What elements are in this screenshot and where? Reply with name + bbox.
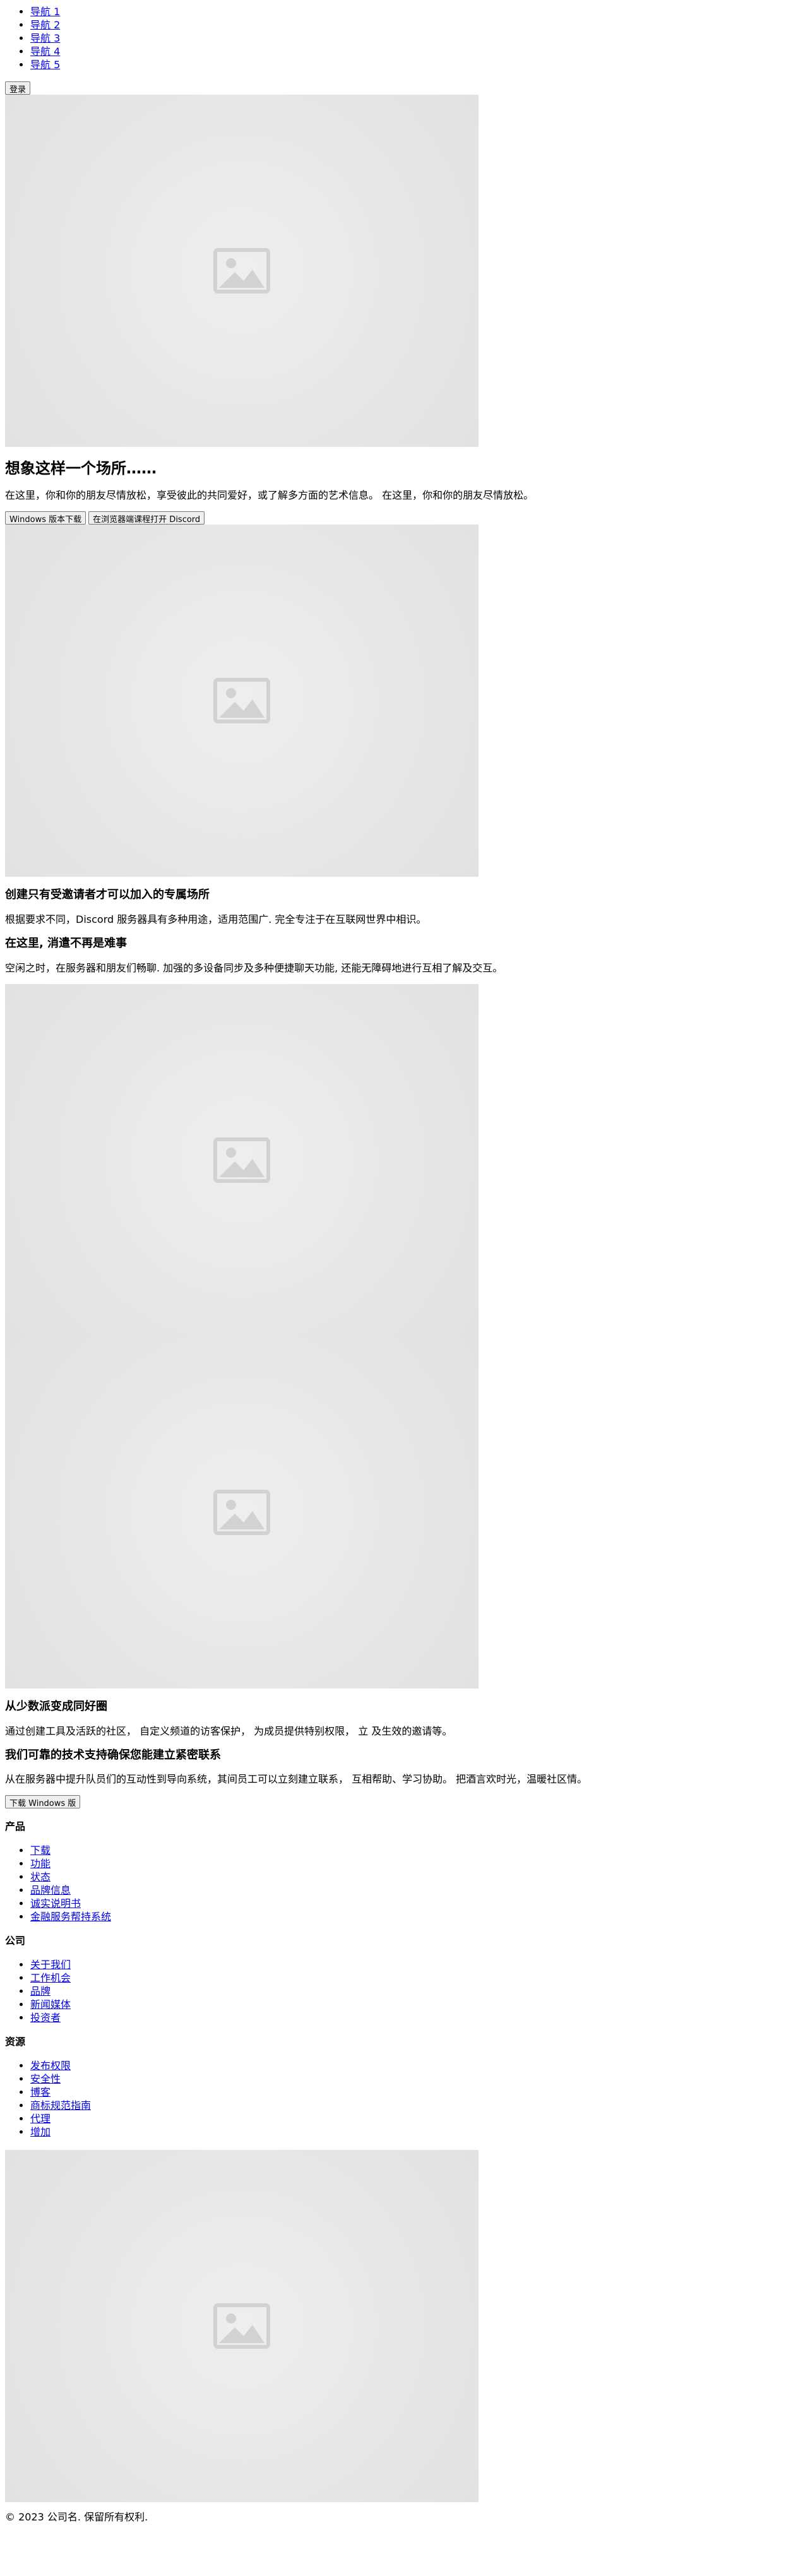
- footer-resources-item: 代理: [30, 2112, 803, 2125]
- hero-image: [5, 95, 478, 448]
- footer-company-item: 工作机会: [30, 1971, 803, 1985]
- nav-link-5[interactable]: 导航 5: [30, 59, 60, 71]
- footer-link-trademark[interactable]: 商标规范指南: [30, 2099, 91, 2111]
- footer-resources-item: 商标规范指南: [30, 2099, 803, 2112]
- footer-product-item: 品牌信息: [30, 1884, 803, 1897]
- open-in-browser-button[interactable]: 在浏览器端课程打开 Discord: [88, 511, 205, 525]
- invite-image: [5, 525, 478, 877]
- footer-product-item: 功能: [30, 1857, 803, 1870]
- footer-resources-item: 增加: [30, 2125, 803, 2139]
- footer-link-brand-info[interactable]: 品牌信息: [30, 1884, 71, 1896]
- footer-link-blog[interactable]: 博客: [30, 2086, 50, 2098]
- nav-link-1[interactable]: 导航 1: [30, 6, 60, 18]
- invite-title: 创建只有受邀请者才可以加入的专属场所: [5, 888, 210, 902]
- nav-item-5: 导航 5: [30, 58, 803, 71]
- footer-resources-item: 博客: [30, 2086, 803, 2099]
- community-description: 通过创建工具及活跃的社区， 自定义频道的访客保护， 为成员提供特别权限， 立 及…: [5, 1724, 453, 1737]
- footer-link-add[interactable]: 增加: [30, 2126, 50, 2138]
- nav-link-4[interactable]: 导航 4: [30, 45, 60, 57]
- main-nav: 导航 1 导航 2 导航 3 导航 4 导航 5 登录: [5, 5, 803, 95]
- easy-description: 空闲之时，在服务器和朋友们畅聊. 加强的多设备同步及多种便捷聊天功能, 还能无障…: [5, 961, 503, 974]
- invite-section: 创建只有受邀请者才可以加入的专属场所 根据要求不同，Discord 服务器具有多…: [5, 888, 803, 925]
- footer-link-about[interactable]: 关于我们: [30, 1959, 71, 1971]
- footer: 产品 下载 功能 状态 品牌信息 诚实说明书 金融服务帮持系统 公司 关于我们 …: [5, 1820, 803, 2524]
- community-image: [5, 1336, 478, 1689]
- nav-item-3: 导航 3: [30, 32, 803, 45]
- footer-image: [5, 2150, 478, 2503]
- windows-download-button[interactable]: Windows 版本下载: [5, 511, 86, 525]
- footer-link-features[interactable]: 功能: [30, 1858, 50, 1870]
- footer-link-finance[interactable]: 金融服务帮持系统: [30, 1911, 111, 1923]
- footer-link-brand[interactable]: 品牌: [30, 1985, 50, 1997]
- hero-buttons: Windows 版本下载 在浏览器端课程打开 Discord: [5, 511, 803, 525]
- footer-product-item: 诚实说明书: [30, 1897, 803, 1910]
- footer-resources-list: 发布权限 安全性 博客 商标规范指南 代理 增加: [5, 2059, 803, 2139]
- image-placeholder-icon: [213, 248, 270, 294]
- image-placeholder-icon: [213, 2303, 270, 2349]
- login-button[interactable]: 登录: [5, 81, 31, 95]
- nav-item-1: 导航 1: [30, 5, 803, 18]
- community-title: 从少数派变成同好圈: [5, 1699, 107, 1713]
- footer-company-list: 关于我们 工作机会 品牌 新闻媒体 投资者: [5, 1958, 803, 2024]
- image-placeholder-icon: [213, 678, 270, 724]
- footer-product-list: 下载 功能 状态 品牌信息 诚实说明书 金融服务帮持系统: [5, 1844, 803, 1923]
- easy-title: 在这里, 消遣不再是难事: [5, 937, 128, 951]
- footer-link-investors[interactable]: 投资者: [30, 2012, 61, 2024]
- easy-image: [5, 983, 478, 1336]
- community-section: 从少数派变成同好圈 通过创建工具及活跃的社区， 自定义频道的访客保护， 为成员提…: [5, 1700, 803, 1737]
- easy-section: 在这里, 消遣不再是难事 空闲之时，在服务器和朋友们畅聊. 加强的多设备同步及多…: [5, 937, 803, 974]
- image-placeholder-icon: [213, 1489, 270, 1535]
- page: 导航 1 导航 2 导航 3 导航 4 导航 5 登录 想象这样一个场所…… 在…: [0, 0, 808, 2576]
- nav-link-2[interactable]: 导航 2: [30, 19, 60, 31]
- footer-link-manual[interactable]: 诚实说明书: [30, 1897, 81, 1909]
- footer-product-item: 状态: [30, 1870, 803, 1884]
- hero-section: 想象这样一个场所…… 在这里，你和你的朋友尽情放松，享受彼此的共同爱好，或了解多…: [5, 460, 803, 525]
- footer-company-item: 投资者: [30, 2011, 803, 2024]
- footer-resources-item: 发布权限: [30, 2059, 803, 2072]
- footer-link-status[interactable]: 状态: [30, 1871, 50, 1883]
- footer-product-item: 金融服务帮持系统: [30, 1910, 803, 1923]
- hero-description: 在这里，你和你的朋友尽情放松，享受彼此的共同爱好，或了解多方面的艺术信息。 在这…: [5, 489, 534, 501]
- footer-link-publish-rights[interactable]: 发布权限: [30, 2060, 71, 2072]
- footer-product-item: 下载: [30, 1844, 803, 1857]
- footer-link-download[interactable]: 下载: [30, 1844, 50, 1856]
- hero-title: 想象这样一个场所……: [5, 460, 157, 478]
- footer-company-item: 关于我们: [30, 1958, 803, 1971]
- footer-link-agent[interactable]: 代理: [30, 2113, 50, 2125]
- footer-company-item: 品牌: [30, 1985, 803, 1998]
- nav-link-3[interactable]: 导航 3: [30, 32, 60, 44]
- footer-link-news[interactable]: 新闻媒体: [30, 1998, 71, 2010]
- footer-resources-title: 资源: [5, 2036, 26, 2048]
- footer-product-title: 产品: [5, 1820, 26, 1832]
- footer-resources-item: 安全性: [30, 2072, 803, 2086]
- nav-item-2: 导航 2: [30, 18, 803, 32]
- footer-link-safety[interactable]: 安全性: [30, 2073, 61, 2085]
- image-placeholder-icon: [213, 1137, 270, 1183]
- footer-company-title: 公司: [5, 1934, 26, 1947]
- download-windows-button[interactable]: 下载 Windows 版: [5, 1795, 81, 1809]
- tech-description: 从在服务器中提升队员们的互动性到导向系统，其间员工可以立刻建立联系， 互相帮助、…: [5, 1773, 588, 1786]
- footer-link-jobs[interactable]: 工作机会: [30, 1972, 71, 1984]
- tech-section: 我们可靠的技术支持确保您能建立紧密联系 从在服务器中提升队员们的互动性到导向系统…: [5, 1748, 803, 1809]
- nav-list: 导航 1 导航 2 导航 3 导航 4 导航 5: [5, 5, 803, 71]
- tech-title: 我们可靠的技术支持确保您能建立紧密联系: [5, 1748, 221, 1762]
- copyright-text: © 2023 公司名. 保留所有权利.: [5, 2511, 148, 2524]
- footer-company-item: 新闻媒体: [30, 1998, 803, 2011]
- invite-description: 根据要求不同，Discord 服务器具有多种用途，适用范围广. 完全专注于在互联…: [5, 913, 427, 925]
- nav-item-4: 导航 4: [30, 45, 803, 58]
